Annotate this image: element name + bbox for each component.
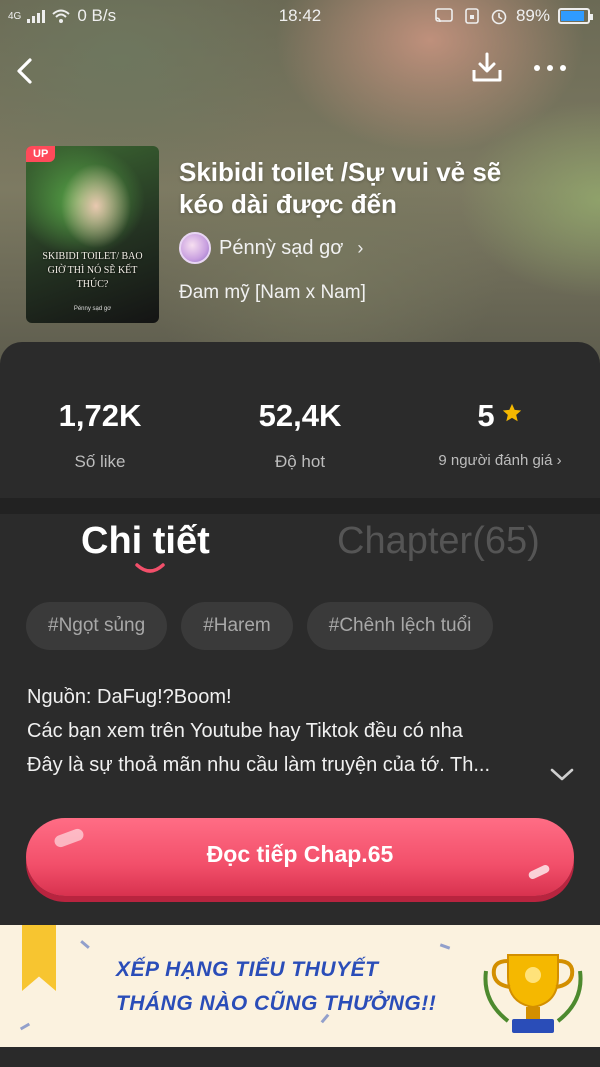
banner-line-2: THÁNG NÀO CŨNG THƯỞNG!! <box>116 992 437 1015</box>
cover-author: Pénny sạd gơ <box>73 306 112 312</box>
ranking-banner[interactable]: XẾP HẠNG TIỂU THUYẾT THÁNG NÀO CŨNG THƯỞ… <box>0 925 600 1047</box>
description-line: Các bạn xem trên Youtube hay Tiktok đều … <box>27 720 463 742</box>
stats-row: 1,72K Số like 52,4K Độ hot 5 9 người đán… <box>0 398 600 478</box>
book-description: Nguồn: DaFug!?Boom! Các bạn xem trên You… <box>27 680 557 782</box>
author-name: Pénnỳ sạd gơ <box>219 236 344 259</box>
rotation-lock-icon <box>465 8 479 24</box>
tab-detail[interactable]: Chi tiết <box>81 520 210 563</box>
hot-label: Độ hot <box>274 452 326 471</box>
book-detail-page: 4G 0 B/s 18:42 89% UP SKIBIDI TOILET/ BA… <box>0 0 600 1067</box>
status-bar: 4G 0 B/s 18:42 89% <box>0 0 600 32</box>
cover-title: SKIBIDI TOILET/ BAO GIỜ THÌ NÓ SẼ KẾT TH… <box>42 251 143 290</box>
author-link[interactable]: Pénnỳ sạd gơ › <box>179 232 363 264</box>
tab-indicator <box>135 563 165 573</box>
ribbon-icon <box>22 925 56 991</box>
stat-likes: 1,72K Số like <box>0 398 200 472</box>
status-right: 89% <box>434 6 593 26</box>
description-line: Nguồn: DaFug!?Boom! <box>27 686 232 708</box>
description-line: Đây là sự thoả mãn nhu cầu làm truyện củ… <box>27 754 491 776</box>
book-title: Skibidi toilet /Sự vui vẻ sẽ kéo dài đượ… <box>179 157 502 219</box>
rating-value: 5 <box>477 398 495 433</box>
battery-percent: 89% <box>515 6 550 25</box>
book-cover[interactable]: UP SKIBIDI TOILET/ BAO GIỜ THÌ NÓ SẼ KẾT… <box>26 146 159 323</box>
more-icon[interactable] <box>534 58 574 78</box>
tag-list: #Ngọt sủng #Harem #Chênh lệch tuổi <box>26 602 494 650</box>
section-divider <box>0 498 600 514</box>
bottom-strip <box>0 1047 600 1067</box>
tag-chip[interactable]: #Ngọt sủng <box>26 602 168 650</box>
chevron-right-icon: › <box>357 237 364 258</box>
back-arrow-icon[interactable] <box>12 50 42 90</box>
update-badge: UP <box>26 146 56 162</box>
continue-reading-label: Đọc tiếp Chap.65 <box>206 841 394 867</box>
hot-value: 52,4K <box>258 398 342 433</box>
top-bar <box>0 44 600 94</box>
banner-text: XẾP HẠNG TIỂU THUYẾT THÁNG NÀO CŨNG THƯỞ… <box>116 953 436 1021</box>
stat-rating[interactable]: 5 9 người đánh giá › <box>400 398 600 469</box>
continue-reading-button[interactable]: Đọc tiếp Chap.65 <box>26 818 574 896</box>
likes-label: Số like <box>74 452 126 471</box>
battery-icon <box>558 8 593 24</box>
tab-bar: Chi tiết Chapter(65) <box>0 520 600 590</box>
book-genre: Đam mỹ [Nam x Nam] <box>179 282 366 303</box>
download-icon[interactable] <box>470 50 504 86</box>
tag-chip[interactable]: #Harem <box>181 602 293 650</box>
tag-chip[interactable]: #Chênh lệch tuổi <box>306 602 494 650</box>
banner-line-1: XẾP HẠNG TIỂU THUYẾT <box>116 958 379 981</box>
chevron-down-icon[interactable] <box>549 767 575 783</box>
likes-value: 1,72K <box>58 398 142 433</box>
alarm-icon <box>491 9 507 25</box>
cast-icon <box>435 8 453 23</box>
trophy-icon <box>483 954 583 1033</box>
tab-chapters[interactable]: Chapter(65) <box>337 520 540 563</box>
author-avatar <box>179 232 211 264</box>
stat-hot: 52,4K Độ hot <box>200 398 400 472</box>
star-icon <box>502 403 521 422</box>
rating-label: 9 người đánh giá › <box>438 452 562 469</box>
